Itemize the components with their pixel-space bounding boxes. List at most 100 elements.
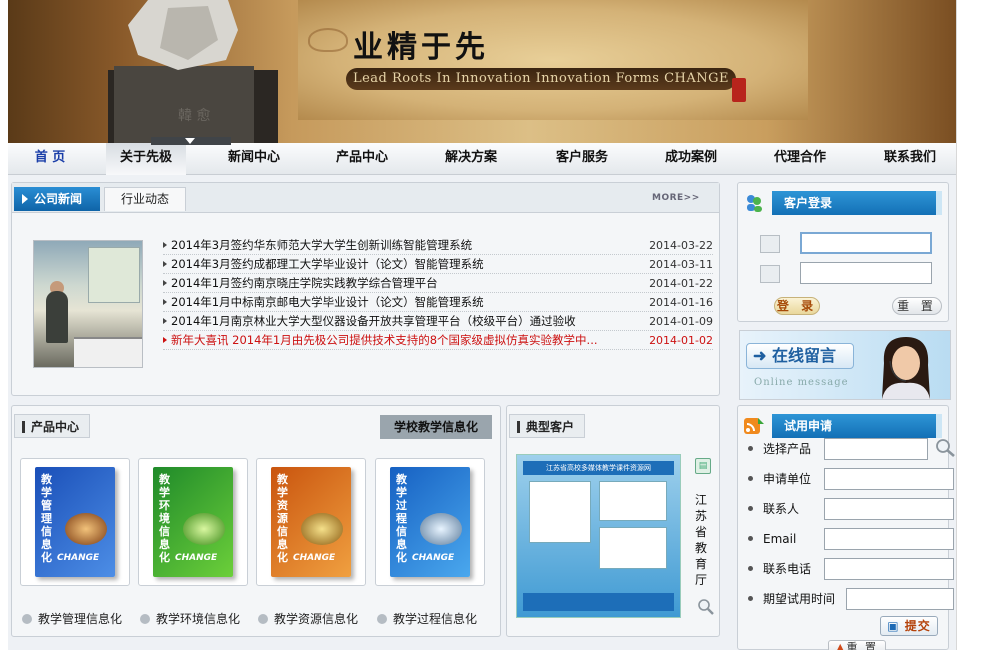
- bullet-icon: [748, 536, 753, 541]
- news-title[interactable]: 2014年1月中标南京邮电大学毕业设计（论文）智能管理系统: [171, 293, 484, 312]
- news-item[interactable]: 2014年1月南京林业大学大型仪器设备开放共享管理平台（校级平台）通过验收 201…: [163, 312, 713, 331]
- red-seal: [732, 78, 746, 102]
- product-link[interactable]: 教学资源信息化: [258, 610, 358, 627]
- news-title[interactable]: 2014年1月签约南京晓庄学院实践教学综合管理平台: [171, 274, 438, 293]
- support-agent-image: [882, 337, 930, 399]
- banner-title: 业精于先: [353, 30, 489, 65]
- product-brand: CHANGE: [412, 553, 455, 563]
- field-email-label: Email: [748, 528, 796, 550]
- product-card[interactable]: 教学管理信息化 CHANGE: [20, 458, 130, 586]
- product-link[interactable]: 教学环境信息化: [140, 610, 240, 627]
- svg-text:韓 愈: 韓 愈: [178, 108, 210, 124]
- products-title: 产品中心: [14, 414, 91, 438]
- nav-solutions[interactable]: 解决方案: [431, 143, 511, 175]
- trial-date-input[interactable]: [846, 588, 954, 610]
- network-graphic: [183, 513, 225, 545]
- email-input[interactable]: [824, 528, 954, 550]
- product-card[interactable]: 教学过程信息化 CHANGE: [375, 458, 485, 586]
- field-contact-label: 联系人: [748, 498, 799, 520]
- login-reset-button[interactable]: 重 置: [892, 297, 942, 315]
- nav-products[interactable]: 产品中心: [322, 143, 402, 175]
- login-panel: 客户登录 登 录 重 置: [737, 182, 949, 322]
- online-message-label: 在线留言: [771, 346, 836, 365]
- submit-button[interactable]: ▣ 提交: [880, 616, 938, 636]
- trial-panel: 试用申请 选择产品 申请单位 联系人 Email 联系电话 期望试用时间 ▣ 提…: [737, 405, 955, 650]
- bullet-icon: [748, 506, 753, 511]
- client-shot-window: [529, 481, 591, 543]
- tab-industry-news[interactable]: 行业动态: [104, 187, 186, 211]
- product-box-text: 教学环境信息化: [159, 473, 170, 564]
- slideshow-icon[interactable]: ▤: [695, 458, 711, 474]
- products-category-tag[interactable]: 学校教学信息化: [380, 415, 492, 439]
- news-item[interactable]: 2014年1月签约南京晓庄学院实践教学综合管理平台 2014-01-22: [163, 274, 713, 293]
- client-screenshot[interactable]: 江苏省高校多媒体教学课件资源网: [516, 454, 681, 618]
- bullet-icon: [748, 566, 753, 571]
- main-nav: 首 页 关于先极 新闻中心 产品中心 解决方案 客户服务 成功案例 代理合作 联…: [8, 143, 956, 175]
- news-title[interactable]: 2014年3月签约华东师范大学大学生创新训练智能管理系统: [171, 236, 472, 255]
- news-more-link[interactable]: MORE>>: [652, 193, 700, 203]
- news-title[interactable]: 2014年3月签约成都理工大学毕业设计（论文）智能管理系统: [171, 255, 484, 274]
- product-box-image: 教学资源信息化 CHANGE: [271, 467, 351, 577]
- product-box-image: 教学管理信息化 CHANGE: [35, 467, 115, 577]
- field-label: 联系电话: [763, 562, 812, 576]
- product-link[interactable]: 教学过程信息化: [377, 610, 477, 627]
- photo-screen: [88, 247, 140, 303]
- product-label[interactable]: 教学环境信息化: [156, 612, 240, 626]
- product-link[interactable]: 教学管理信息化: [22, 610, 122, 627]
- bullet-icon: [22, 614, 32, 624]
- field-label: 申请单位: [763, 472, 812, 486]
- news-item-highlight[interactable]: 新年大喜讯 2014年1月由先极公司提供技术支持的8个国家级虚拟仿真实验教学中.…: [163, 331, 713, 350]
- product-card[interactable]: 教学环境信息化 CHANGE: [138, 458, 248, 586]
- search-icon[interactable]: [934, 438, 956, 458]
- arrow-icon: [163, 318, 167, 324]
- org-input[interactable]: [824, 468, 954, 490]
- statue-image: 韓 愈: [108, 0, 278, 143]
- zoom-icon[interactable]: [697, 598, 715, 616]
- username-input[interactable]: [800, 232, 932, 254]
- online-message-banner[interactable]: ➜ 在线留言 Online message: [739, 330, 951, 400]
- nav-home[interactable]: 首 页: [10, 143, 90, 175]
- header-banner: 韓 愈 业精于先 Lead Roots In Innovation Innova…: [8, 0, 956, 143]
- field-label: Email: [763, 532, 797, 546]
- news-item[interactable]: 2014年3月签约成都理工大学毕业设计（论文）智能管理系统 2014-03-11: [163, 255, 713, 274]
- product-label[interactable]: 教学过程信息化: [393, 612, 477, 626]
- trial-reset-button[interactable]: ▲重 置: [828, 640, 886, 650]
- phone-input[interactable]: [824, 558, 954, 580]
- password-input[interactable]: [800, 262, 932, 284]
- arrow-icon: [163, 280, 167, 286]
- key-icon: [760, 265, 780, 283]
- login-button[interactable]: 登 录: [774, 297, 820, 315]
- client-name[interactable]: 江苏省教育厅: [695, 492, 709, 588]
- news-date: 2014-01-02: [649, 334, 713, 347]
- bullet-icon: [377, 614, 387, 624]
- product-select-input[interactable]: [824, 438, 928, 460]
- bullet-icon: [140, 614, 150, 624]
- users-icon: [747, 195, 762, 212]
- field-label: 联系人: [763, 502, 800, 516]
- arrow-icon: [163, 299, 167, 305]
- nav-cases[interactable]: 成功案例: [651, 143, 731, 175]
- bullet-icon: [258, 614, 268, 624]
- news-item[interactable]: 2014年1月中标南京邮电大学毕业设计（论文）智能管理系统 2014-01-16: [163, 293, 713, 312]
- nav-about[interactable]: 关于先极: [106, 143, 186, 175]
- submit-icon: ▣: [887, 619, 900, 633]
- news-tabs: 公司新闻 行业动态 MORE>>: [12, 183, 719, 213]
- online-message-title[interactable]: ➜ 在线留言: [746, 343, 854, 369]
- product-card[interactable]: 教学资源信息化 CHANGE: [256, 458, 366, 586]
- nav-agency[interactable]: 代理合作: [760, 143, 840, 175]
- news-item[interactable]: 2014年3月签约华东师范大学大学生创新训练智能管理系统 2014-03-22: [163, 236, 713, 255]
- product-brand: CHANGE: [175, 553, 218, 563]
- tab-company-news[interactable]: 公司新闻: [14, 187, 100, 211]
- globe-graphic: [301, 513, 343, 545]
- news-title[interactable]: 新年大喜讯 2014年1月由先极公司提供技术支持的8个国家级虚拟仿真实验教学中.…: [171, 331, 598, 350]
- contact-input[interactable]: [824, 498, 954, 520]
- clients-panel: 典型客户 江苏省高校多媒体教学课件资源网 ▤ 江苏省教育厅: [506, 405, 720, 637]
- nav-news[interactable]: 新闻中心: [214, 143, 294, 175]
- nav-service[interactable]: 客户服务: [542, 143, 622, 175]
- trial-header: 试用申请: [744, 412, 942, 440]
- news-title[interactable]: 2014年1月南京林业大学大型仪器设备开放共享管理平台（校级平台）通过验收: [171, 312, 576, 331]
- nav-contact[interactable]: 联系我们: [870, 143, 950, 175]
- online-message-subtitle: Online message: [754, 377, 849, 388]
- product-label[interactable]: 教学管理信息化: [38, 612, 122, 626]
- product-label[interactable]: 教学资源信息化: [274, 612, 358, 626]
